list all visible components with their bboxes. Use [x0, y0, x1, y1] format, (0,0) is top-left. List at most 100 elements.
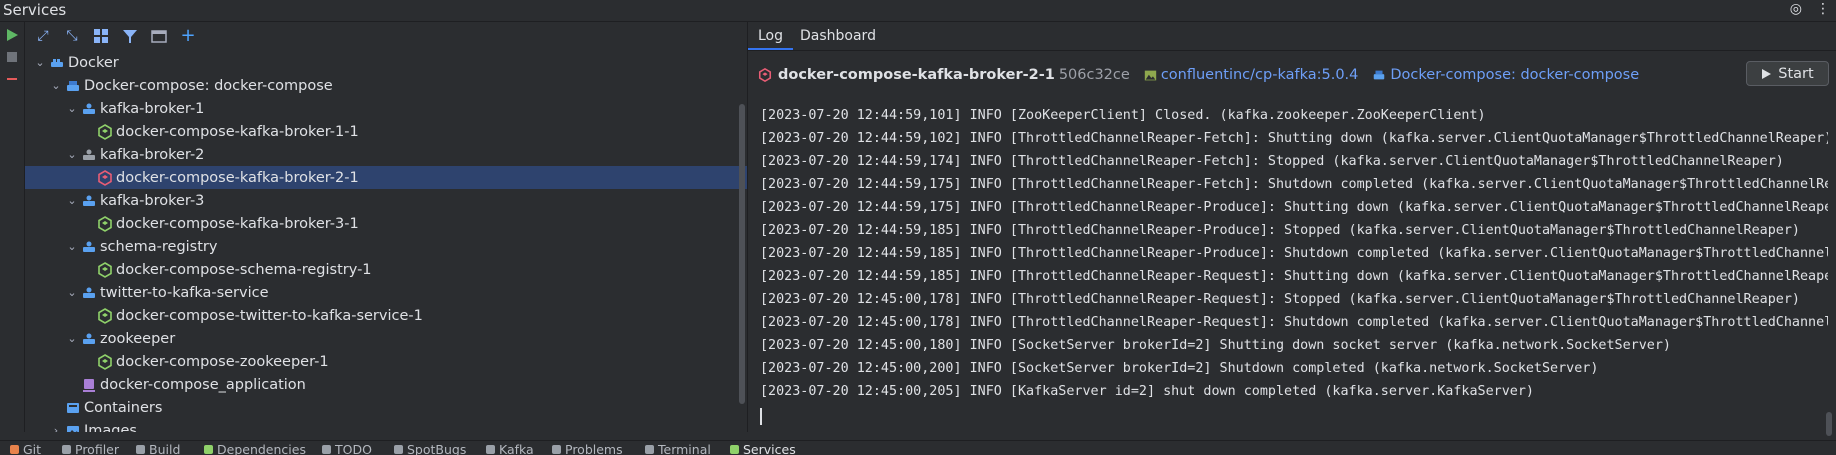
tree-item-container-twitter[interactable]: docker-compose-twitter-to-kafka-service-… [25, 304, 747, 327]
tree-item-container-broker-2[interactable]: docker-compose-kafka-broker-2-1 [25, 166, 747, 189]
tab-log[interactable]: Log [748, 22, 794, 50]
terminal-icon [645, 445, 654, 454]
tree-item-label: kafka-broker-1 [100, 100, 205, 117]
compose-link[interactable]: Docker-compose: docker-compose [1390, 67, 1639, 83]
profiler-icon [62, 445, 71, 454]
tool-kafka[interactable]: Kafka [486, 442, 534, 455]
chevron-down-icon[interactable]: ⌄ [65, 286, 79, 299]
tree-item-kafka-broker-3[interactable]: ⌄ kafka-broker-3 [25, 189, 747, 212]
docker-compose-icon [67, 80, 79, 91]
git-icon [10, 445, 19, 454]
services-tree: ⌄ Docker ⌄ Docker-compose: docker-compos… [25, 51, 747, 432]
kafka-icon [486, 445, 495, 454]
add-service-icon[interactable]: + [178, 25, 198, 46]
tool-todo[interactable]: TODO [322, 442, 372, 455]
log-line: [2023-07-20 12:45:00,205] INFO [KafkaSer… [760, 384, 1534, 399]
service-icon [83, 149, 95, 160]
tree-item-label: docker-compose_application [100, 376, 306, 393]
collapse-all-icon[interactable]: ⤡ [62, 26, 82, 46]
remove-icon[interactable] [5, 72, 19, 86]
chevron-down-icon[interactable]: ⌄ [65, 240, 79, 253]
tree-item-images[interactable]: › Images [25, 419, 747, 432]
tree-item-label: zookeeper [100, 330, 176, 347]
log-line: [2023-07-20 12:44:59,175] INFO [Throttle… [760, 200, 1828, 215]
log-output[interactable]: [2023-07-20 12:44:59,101] INFO [ZooKeepe… [748, 96, 1828, 432]
container-running-icon [98, 353, 112, 370]
chevron-down-icon[interactable]: ⌄ [65, 148, 79, 161]
tree-item-label: Docker-compose: docker-compose [84, 77, 333, 94]
chevron-down-icon[interactable]: ⌄ [65, 194, 79, 207]
group-by-icon[interactable] [91, 26, 111, 46]
log-line: [2023-07-20 12:44:59,102] INFO [Throttle… [760, 131, 1828, 146]
stop-icon[interactable] [5, 50, 19, 64]
service-icon [83, 103, 95, 114]
service-icon [83, 195, 95, 206]
tree-scrollbar[interactable] [739, 104, 745, 404]
log-line: [2023-07-20 12:44:59,101] INFO [ZooKeepe… [760, 108, 1486, 123]
tree-item-docker-compose[interactable]: ⌄ Docker-compose: docker-compose [25, 74, 747, 97]
service-icon [83, 241, 95, 252]
details-tabs: Log Dashboard [748, 22, 1836, 51]
tree-item-container-broker-3[interactable]: docker-compose-kafka-broker-3-1 [25, 212, 747, 235]
docker-compose-icon [1374, 70, 1385, 80]
tree-item-zookeeper[interactable]: ⌄ zookeeper [25, 327, 747, 350]
log-line: [2023-07-20 12:45:00,200] INFO [SocketSe… [760, 361, 1599, 376]
target-icon[interactable]: ◎ [1790, 1, 1802, 17]
tree-item-kafka-broker-1[interactable]: ⌄ kafka-broker-1 [25, 97, 747, 120]
tree-item-schema-registry[interactable]: ⌄ schema-registry [25, 235, 747, 258]
tool-terminal[interactable]: Terminal [645, 442, 711, 455]
log-line: [2023-07-20 12:45:00,180] INFO [SocketSe… [760, 338, 1671, 353]
left-action-strip [0, 22, 25, 432]
tool-services[interactable]: Services [730, 442, 796, 455]
tree-item-label: docker-compose-twitter-to-kafka-service-… [116, 307, 423, 324]
tree-item-containers[interactable]: Containers [25, 396, 747, 419]
tool-build[interactable]: Build [136, 442, 180, 455]
start-button[interactable]: Start [1746, 61, 1829, 86]
tool-problems[interactable]: Problems [552, 442, 623, 455]
docker-icon [51, 58, 63, 67]
tab-dashboard[interactable]: Dashboard [790, 22, 886, 50]
log-line: [2023-07-20 12:44:59,185] INFO [Throttle… [760, 269, 1828, 284]
more-options-icon[interactable]: ⋮ [1816, 1, 1830, 17]
tool-window-bar: Git Profiler Build Dependencies TODO Spo… [0, 440, 1836, 455]
tree-item-label: Docker [68, 54, 119, 71]
chevron-down-icon[interactable]: ⌄ [65, 332, 79, 345]
tree-item-kafka-broker-2[interactable]: ⌄ kafka-broker-2 [25, 143, 747, 166]
log-line: [2023-07-20 12:44:59,185] INFO [Throttle… [760, 223, 1800, 238]
image-icon [1144, 70, 1156, 80]
tree-item-label: docker-compose-kafka-broker-2-1 [116, 169, 359, 186]
log-line: [2023-07-20 12:45:00,178] INFO [Throttle… [760, 292, 1800, 307]
filter-icon[interactable] [120, 26, 140, 46]
tree-item-label: twitter-to-kafka-service [100, 284, 269, 301]
tree-item-label: docker-compose-kafka-broker-1-1 [116, 123, 359, 140]
tree-item-container-zookeeper[interactable]: docker-compose-zookeeper-1 [25, 350, 747, 373]
tree-item-label: Containers [84, 399, 163, 416]
chevron-down-icon[interactable]: ⌄ [49, 79, 63, 92]
tree-item-label: kafka-broker-2 [100, 146, 205, 163]
tree-item-twitter-to-kafka-service[interactable]: ⌄ twitter-to-kafka-service [25, 281, 747, 304]
build-icon [136, 445, 145, 454]
run-icon[interactable] [5, 28, 19, 42]
container-image-link[interactable]: confluentinc/cp-kafka:5.0.4 [1161, 67, 1359, 83]
tree-item-container-broker-1[interactable]: docker-compose-kafka-broker-1-1 [25, 120, 747, 143]
tool-dependencies[interactable]: Dependencies [204, 442, 306, 455]
tree-item-docker[interactable]: ⌄ Docker [25, 51, 747, 74]
chevron-down-icon[interactable]: ⌄ [33, 56, 47, 69]
container-info-bar: docker-compose-kafka-broker-2-1 506c32ce… [748, 58, 1836, 92]
dependencies-icon [204, 445, 213, 454]
chevron-down-icon[interactable]: ⌄ [65, 102, 79, 115]
tool-spotbugs[interactable]: SpotBugs [394, 442, 466, 455]
tool-profiler[interactable]: Profiler [62, 442, 119, 455]
tree-item-container-schema-registry[interactable]: docker-compose-schema-registry-1 [25, 258, 747, 281]
tree-item-label: docker-compose-kafka-broker-3-1 [116, 215, 359, 232]
chevron-right-icon[interactable]: › [49, 424, 63, 432]
expand-all-icon[interactable]: ⤢ [33, 26, 53, 46]
play-icon [1762, 68, 1772, 79]
new-tab-icon[interactable] [149, 26, 169, 46]
start-button-label: Start [1778, 65, 1814, 82]
tree-item-network[interactable]: docker-compose_application [25, 373, 747, 396]
tree-item-label: docker-compose-schema-registry-1 [116, 261, 372, 278]
tool-git[interactable]: Git [10, 442, 41, 455]
log-line: [2023-07-20 12:44:59,174] INFO [Throttle… [760, 154, 1784, 169]
log-scrollbar[interactable] [1826, 412, 1832, 436]
